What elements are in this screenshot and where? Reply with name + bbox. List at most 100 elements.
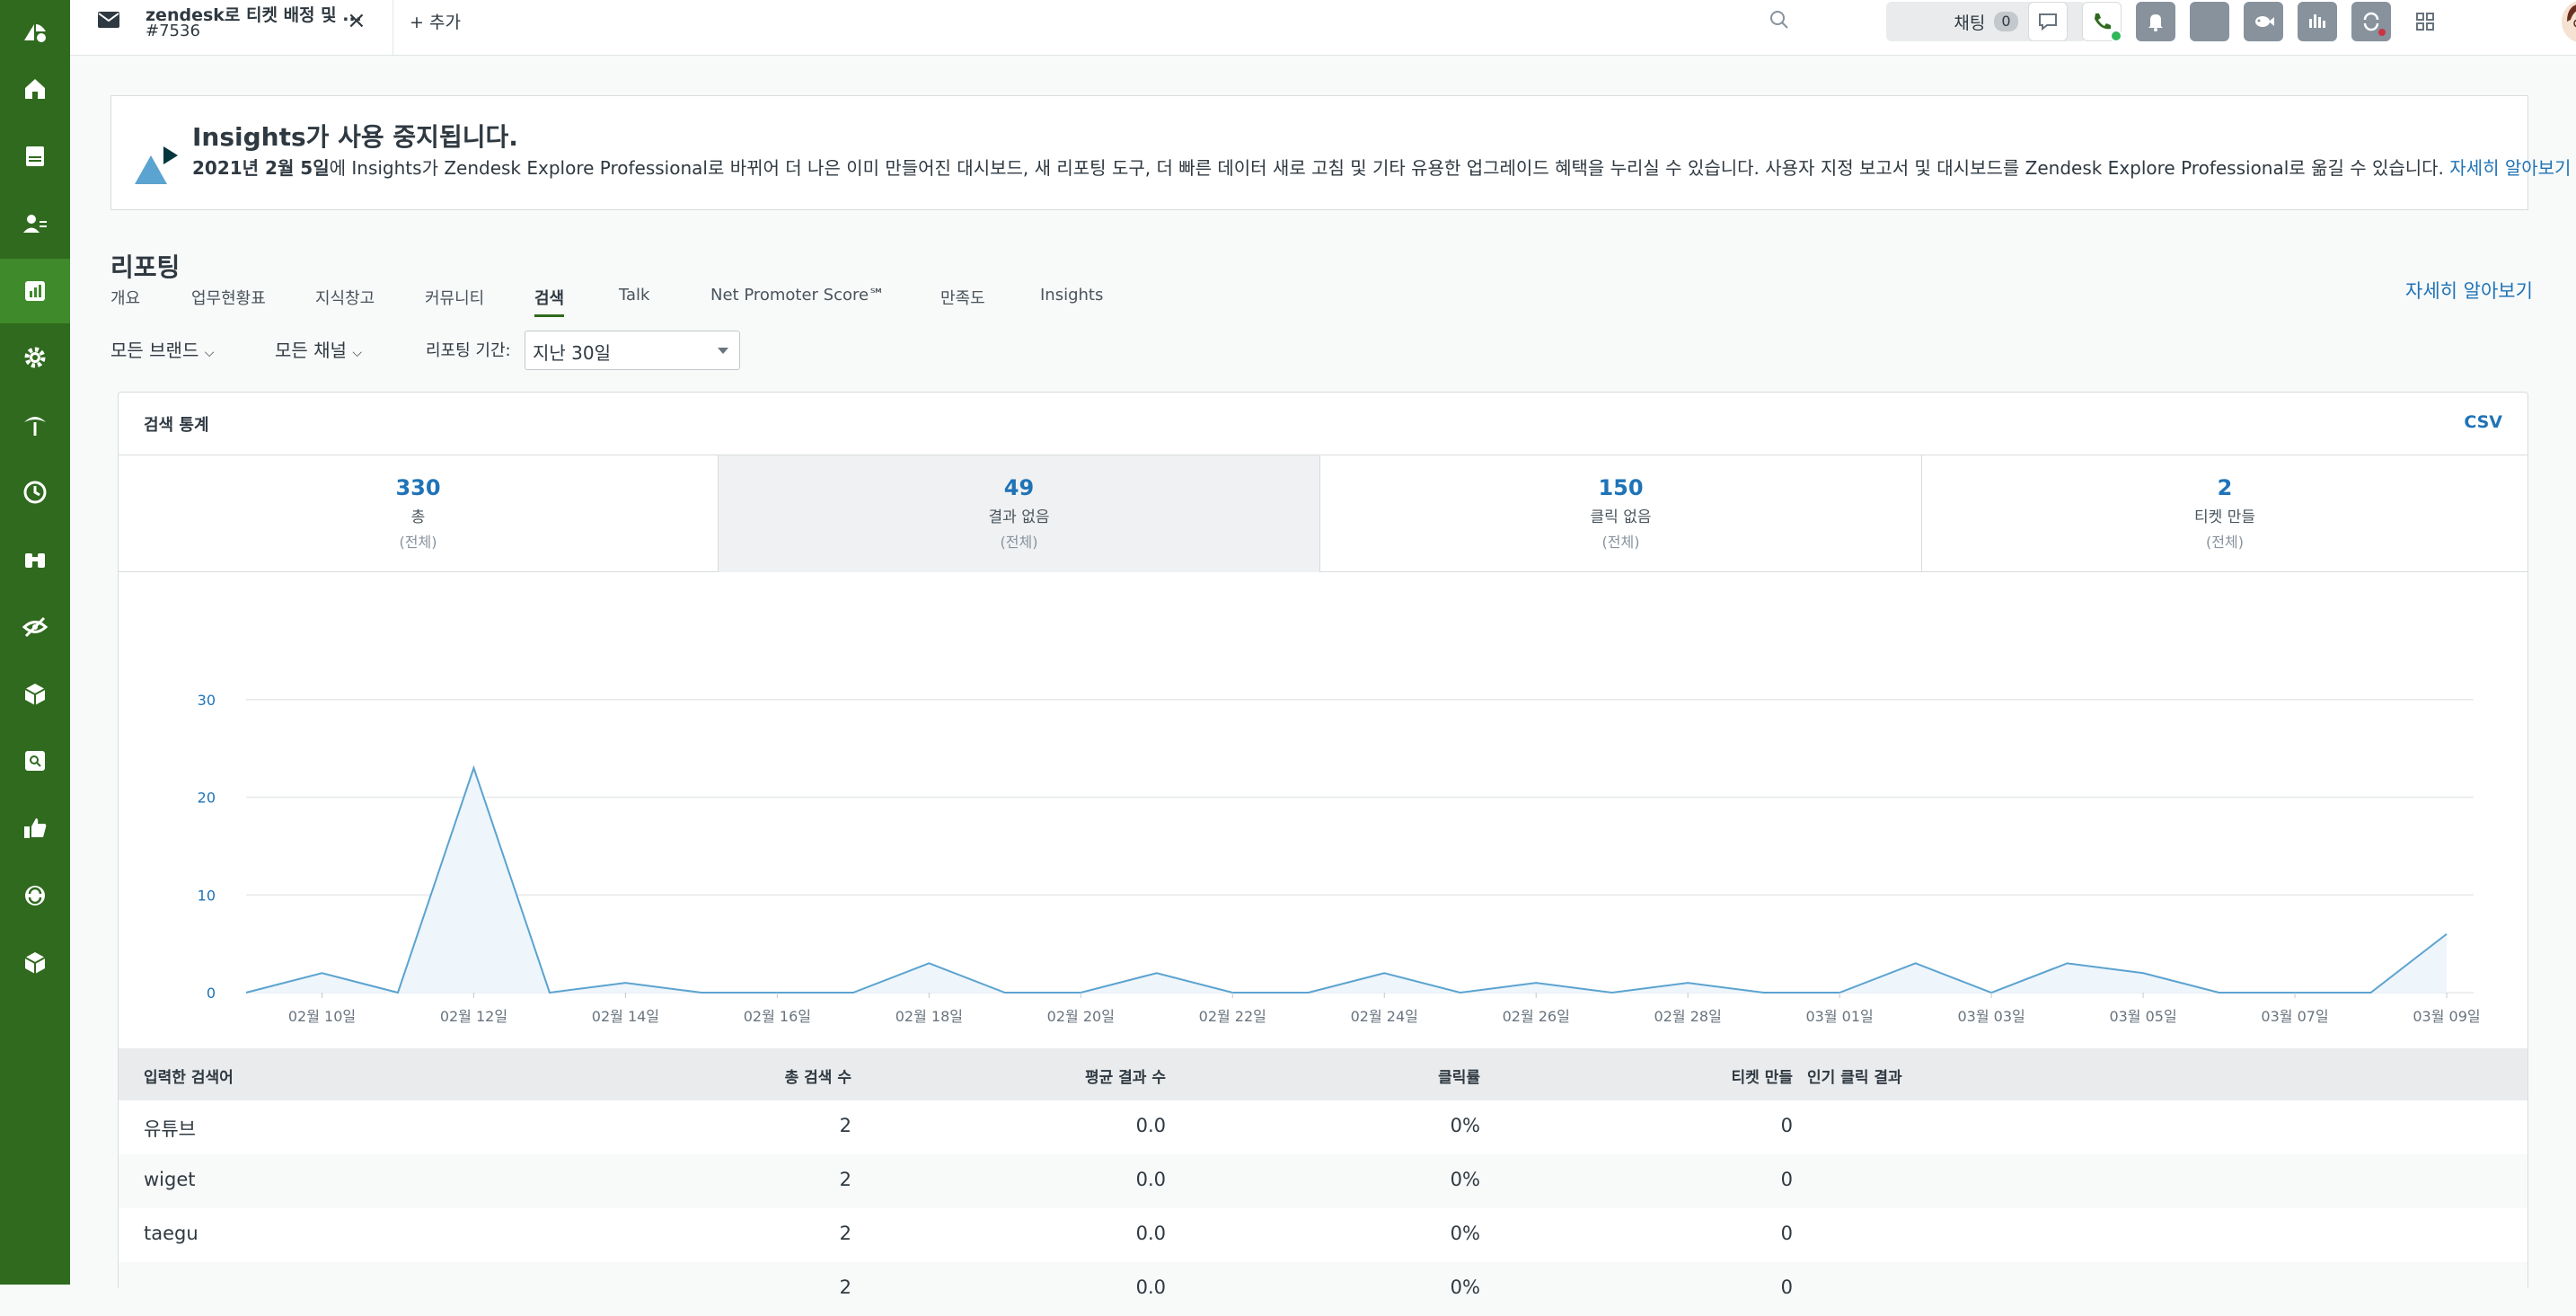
app-box-icon[interactable]	[0, 662, 70, 727]
customers-icon[interactable]	[0, 191, 70, 256]
y-tick-label: 20	[198, 790, 216, 807]
series-area	[246, 767, 2447, 993]
channel-filter-dropdown[interactable]: 모든 채널 ⌵	[275, 336, 362, 362]
cell-term: wiget	[144, 1169, 196, 1190]
cell-ctr: 0%	[1450, 1115, 1480, 1136]
stat-no-clicks[interactable]: 150 클릭 없음 (전체)	[1320, 455, 1922, 572]
ticket-tab[interactable]: zendesk로 티켓 배정 및 ... #7536 ×	[70, 0, 393, 56]
header-avg-results[interactable]: 평균 결과 수	[927, 1064, 1166, 1087]
fish-app-icon[interactable]	[2244, 2, 2283, 41]
stat-value: 150	[1598, 475, 1644, 500]
header-top-clicked[interactable]: 인기 클릭 결과	[1807, 1064, 1902, 1087]
notification-bell-icon[interactable]	[2136, 2, 2175, 41]
zendesk-logo-icon[interactable]	[0, 0, 70, 65]
phone-icon[interactable]	[2082, 2, 2122, 42]
sync-app-icon[interactable]	[2351, 2, 2391, 41]
table-row[interactable]: 유튜브 2 0.0 0% 0	[119, 1100, 2527, 1154]
header-search-term[interactable]: 입력한 검색어	[144, 1064, 234, 1087]
stat-tickets-created[interactable]: 2 티켓 만들 (전체)	[1922, 455, 2527, 572]
banner-title: Insights가 사용 중지됩니다.	[192, 122, 518, 152]
x-tick-label: 02월 14일	[592, 1008, 659, 1025]
page-title: 리포팅	[110, 252, 181, 282]
banner-date: 2021년 2월 5일	[192, 157, 330, 179]
cell-total: 2	[839, 1223, 851, 1244]
brand-filter-dropdown[interactable]: 모든 브랜드 ⌵	[110, 336, 214, 362]
cell-total: 2	[839, 1169, 851, 1190]
x-tick-label: 02월 16일	[744, 1008, 811, 1025]
user-avatar[interactable]	[2562, 0, 2576, 43]
stat-label: 티켓 만들	[2194, 508, 2255, 526]
views-icon[interactable]	[0, 124, 70, 189]
tab-knowledge-base[interactable]: 지식창고	[315, 286, 375, 309]
tab-insights[interactable]: Insights	[1040, 286, 1103, 305]
search-icon[interactable]	[1766, 7, 1793, 34]
package-icon[interactable]	[0, 931, 70, 995]
sync-icon[interactable]	[0, 863, 70, 928]
x-tick-label: 02월 26일	[1503, 1008, 1570, 1025]
x-tick-label: 02월 10일	[288, 1008, 356, 1025]
header-ctr[interactable]: 클릭률	[1286, 1064, 1480, 1087]
add-tab-button[interactable]: + 추가	[410, 9, 461, 33]
csv-export-link[interactable]: CSV	[2464, 412, 2502, 432]
x-tick-label: 02월 20일	[1047, 1008, 1115, 1025]
period-select[interactable]: 지난 30일	[525, 331, 740, 370]
cell-total: 2	[839, 1115, 851, 1136]
x-tick-label: 02월 18일	[895, 1008, 963, 1025]
tab-community[interactable]: 커뮤니티	[425, 286, 484, 309]
conversations-icon[interactable]	[2028, 2, 2068, 41]
chevron-down-icon: ⌵	[352, 346, 362, 360]
stat-value: 2	[2217, 475, 2233, 500]
cell-term: taegu	[144, 1223, 198, 1244]
audio-bars-icon[interactable]	[2298, 2, 2337, 41]
tab-search[interactable]: 검색	[534, 286, 565, 317]
y-tick-label: 0	[207, 985, 216, 1002]
tab-talk[interactable]: Talk	[619, 286, 649, 305]
reporting-icon[interactable]	[0, 259, 70, 323]
close-icon[interactable]: ×	[347, 7, 366, 34]
learn-more-link[interactable]: 자세히 알아보기	[2405, 277, 2533, 304]
channel-filter-label: 모든 채널	[275, 340, 347, 361]
x-tick-label: 02월 28일	[1654, 1008, 1722, 1025]
stats-row: 330 총 (전체) 49 결과 없음 (전체) 150 클릭 없음 (전체) …	[119, 455, 2527, 572]
x-tick-label: 03월 09일	[2413, 1008, 2480, 1025]
table-row[interactable]: 2 0.0 0% 0	[119, 1262, 2527, 1316]
gear-icon[interactable]	[0, 325, 70, 390]
chat-count-badge: 0	[1994, 12, 2018, 31]
eye-hidden-icon[interactable]	[0, 595, 70, 659]
series-line	[245, 764, 2448, 994]
stat-sub: (전체)	[2206, 534, 2244, 551]
cell-tickets: 0	[1780, 1223, 1793, 1244]
search-app-icon[interactable]	[0, 729, 70, 793]
table-row[interactable]: wiget 2 0.0 0% 0	[119, 1154, 2527, 1208]
palm-tree-icon[interactable]	[0, 393, 70, 457]
tab-satisfaction[interactable]: 만족도	[940, 286, 985, 309]
panel-title: 검색 통계	[144, 416, 209, 435]
stat-no-results[interactable]: 49 결과 없음 (전체)	[719, 455, 1320, 572]
x-tick-label: 02월 22일	[1199, 1008, 1266, 1025]
banner-learn-more-link[interactable]: 자세히 알아보기	[2449, 157, 2571, 179]
tab-leaderboard[interactable]: 업무현황표	[191, 286, 266, 309]
brand-filter-label: 모든 브랜드	[110, 340, 199, 361]
binoculars-icon[interactable]	[0, 527, 70, 592]
home-icon[interactable]	[0, 57, 70, 121]
stat-total[interactable]: 330 총 (전체)	[119, 455, 719, 572]
stat-value: 49	[1003, 475, 1035, 500]
panel-header: 검색 통계 CSV	[119, 393, 2527, 455]
tab-overview[interactable]: 개요	[110, 286, 140, 309]
product-tray-icon[interactable]	[2405, 2, 2445, 41]
time-tracking-icon[interactable]	[0, 460, 70, 525]
banner-text: 에 Insights가 Zendesk Explore Professional…	[329, 157, 2444, 179]
stat-value: 330	[395, 475, 441, 500]
table-row[interactable]: taegu 2 0.0 0% 0	[119, 1208, 2527, 1262]
app-square-icon[interactable]	[2190, 2, 2229, 41]
cell-total: 2	[839, 1276, 851, 1298]
tab-nps[interactable]: Net Promoter Score℠	[710, 286, 885, 305]
alert-dot	[2378, 29, 2386, 36]
header-total-searches[interactable]: 총 검색 수	[657, 1064, 851, 1087]
header-tickets-created[interactable]: 티켓 만들	[1601, 1064, 1793, 1087]
x-tick-label: 03월 01일	[1806, 1008, 1874, 1025]
thumbs-up-icon[interactable]	[0, 796, 70, 861]
cell-tickets: 0	[1780, 1169, 1793, 1190]
cell-tickets: 0	[1780, 1276, 1793, 1298]
x-tick-label: 03월 05일	[2109, 1008, 2176, 1025]
